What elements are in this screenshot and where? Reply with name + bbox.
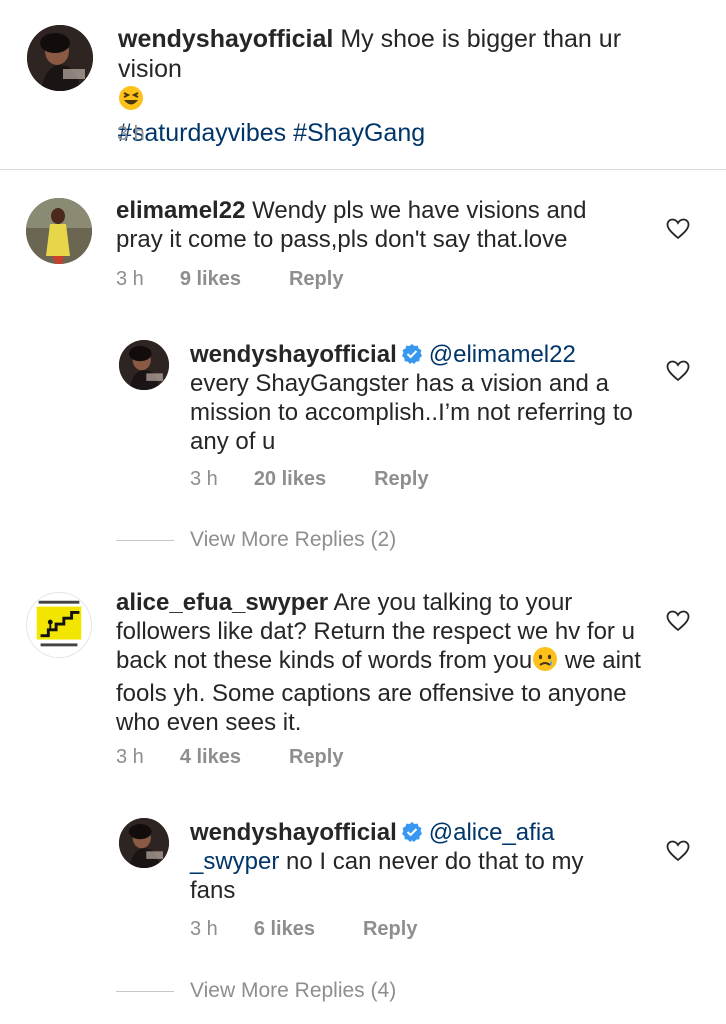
caption-username[interactable]: wendyshayofficial [118, 25, 333, 53]
comment-meta: 3 h 9 likes Reply [116, 268, 343, 291]
comment-username[interactable]: elimamel22 [116, 197, 245, 224]
comment-meta: 3 h 20 likes Reply [190, 468, 429, 491]
comment-username[interactable]: wendyshayofficial [190, 341, 397, 368]
avatar[interactable] [119, 818, 169, 868]
verified-badge-icon [401, 343, 423, 365]
comment-text: alice_efua_swyper Are you talking to you… [116, 588, 646, 737]
view-more-label: View More Replies (4) [190, 979, 397, 1002]
like-count[interactable]: 9 likes [180, 268, 241, 291]
comment-username[interactable]: alice_efua_swyper [116, 589, 328, 616]
view-more-label: View More Replies (2) [190, 528, 397, 551]
reply-button[interactable]: Reply [363, 918, 417, 941]
heart-icon[interactable] [666, 840, 690, 862]
avatar[interactable] [27, 25, 93, 91]
like-count[interactable]: 20 likes [254, 468, 326, 491]
divider [116, 990, 174, 992]
reply-comment: wendyshayofficial @elimamel22 every ShayG… [0, 340, 726, 500]
timestamp: 3 h [116, 746, 144, 768]
crying-face-emoji [532, 646, 558, 679]
post-caption: wendyshayofficial My shoe is bigger than… [0, 0, 726, 170]
comment-text: wendyshayofficial @elimamel22 every ShayG… [190, 340, 640, 456]
comment-meta: 3 h 6 likes Reply [190, 918, 417, 941]
avatar[interactable] [26, 592, 92, 658]
comment-meta: 3 h 4 likes Reply [116, 746, 343, 769]
reply-comment: wendyshayofficial @alice_afia _swyper no … [0, 818, 726, 958]
comment: alice_efua_swyper Are you talking to you… [0, 588, 726, 768]
timestamp: 3 h [116, 268, 144, 290]
divider [116, 539, 174, 541]
like-count[interactable]: 4 likes [180, 746, 241, 769]
comment-text: elimamel22 Wendy pls we have visions and… [116, 196, 636, 254]
mention-link[interactable]: @elimamel22 [429, 341, 576, 368]
heart-icon[interactable] [666, 360, 690, 382]
timestamp: 3 h [117, 123, 145, 145]
reply-button[interactable]: Reply [289, 746, 343, 769]
avatar[interactable] [26, 198, 92, 264]
view-more-replies-button[interactable]: View More Replies (2) [116, 528, 396, 552]
reply-button[interactable]: Reply [289, 268, 343, 291]
heart-icon[interactable] [666, 610, 690, 632]
avatar[interactable] [119, 340, 169, 390]
comment: elimamel22 Wendy pls we have visions and… [0, 196, 726, 316]
like-count[interactable]: 6 likes [254, 918, 315, 941]
timestamp: 3 h [190, 468, 218, 490]
caption-text: wendyshayofficial My shoe is bigger than… [118, 24, 688, 148]
comment-message: every ShayGangster has a vision and a mi… [190, 370, 633, 455]
heart-icon[interactable] [666, 218, 690, 240]
comment-text: wendyshayofficial @alice_afia _swyper no … [190, 818, 610, 905]
timestamp: 3 h [190, 918, 218, 940]
comment-username[interactable]: wendyshayofficial [190, 819, 397, 846]
laughing-squint-emoji [118, 85, 144, 118]
view-more-replies-button[interactable]: View More Replies (4) [116, 979, 396, 1003]
reply-button[interactable]: Reply [374, 468, 428, 491]
caption-meta: 3 h [117, 123, 181, 146]
verified-badge-icon [401, 821, 423, 843]
